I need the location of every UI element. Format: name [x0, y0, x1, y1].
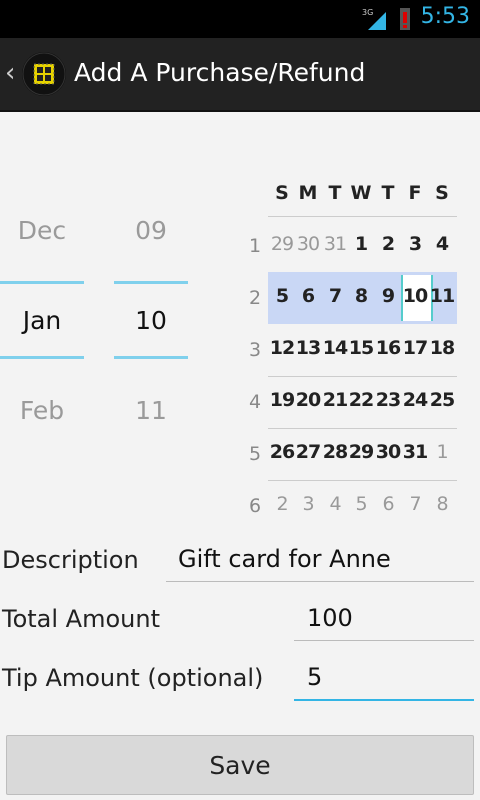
day-selection-top-line [114, 281, 188, 284]
week-number: 6 [248, 495, 262, 517]
week-number: 4 [248, 391, 262, 413]
week-number: 3 [248, 339, 262, 361]
calendar-day[interactable]: 23 [375, 389, 401, 411]
day-current[interactable]: 10 [114, 306, 188, 335]
calendar-day[interactable]: 7 [322, 285, 348, 307]
calendar-day[interactable]: 5 [269, 285, 295, 307]
week-number: 2 [248, 287, 262, 309]
weekday-header: W [350, 182, 372, 204]
month-current[interactable]: Jan [0, 306, 84, 335]
calendar-day[interactable]: 3 [402, 233, 428, 255]
calendar-day[interactable]: 7 [402, 493, 428, 515]
day-prev[interactable]: 09 [114, 216, 188, 245]
calendar-day[interactable]: 18 [429, 337, 455, 359]
calendar-day[interactable]: 11 [429, 285, 455, 307]
svg-text:3G: 3G [362, 8, 373, 17]
day-next[interactable]: 11 [114, 396, 188, 425]
calendar-day[interactable]: 22 [348, 389, 374, 411]
tip-amount-field[interactable]: 5 [307, 663, 322, 691]
calendar-day[interactable]: 1 [348, 233, 374, 255]
month-prev[interactable]: Dec [0, 216, 84, 245]
weekday-header: T [381, 182, 395, 204]
tip-amount-label: Tip Amount (optional) [2, 664, 264, 692]
calendar-week-row[interactable]: 1 29 30 31 1 2 3 4 [242, 220, 458, 272]
calendar-day[interactable]: 16 [375, 337, 401, 359]
weekday-header: S [275, 182, 289, 204]
calendar-day[interactable]: 31 [322, 233, 348, 255]
month-selection-top-line [0, 281, 84, 284]
calendar-day[interactable]: 5 [348, 493, 374, 515]
month-next[interactable]: Feb [0, 396, 84, 425]
page-title: Add A Purchase/Refund [74, 58, 366, 87]
weekday-header: F [408, 182, 422, 204]
status-bar: 3G 5:53 [0, 0, 480, 38]
calendar-day[interactable]: 27 [295, 441, 321, 463]
total-amount-field[interactable]: 100 [307, 604, 353, 632]
calendar-day[interactable]: 4 [429, 233, 455, 255]
calendar-day[interactable]: 20 [295, 389, 321, 411]
calendar-day[interactable]: 29 [348, 441, 374, 463]
calendar-day[interactable]: 24 [402, 389, 428, 411]
description-underline [166, 581, 474, 582]
description-label: Description [2, 546, 139, 574]
save-button[interactable]: Save [6, 735, 474, 795]
calendar-day[interactable]: 25 [429, 389, 455, 411]
calendar-day[interactable]: 26 [269, 441, 295, 463]
week-number: 5 [248, 443, 262, 465]
calendar-day[interactable]: 8 [429, 493, 455, 515]
calendar-day[interactable]: 1 [429, 441, 455, 463]
total-amount-label: Total Amount [2, 605, 160, 633]
app-logo-icon[interactable] [22, 52, 66, 96]
weekday-header: T [328, 182, 342, 204]
calendar-day[interactable]: 2 [269, 493, 295, 515]
calendar-day[interactable]: 19 [269, 389, 295, 411]
calendar-day[interactable]: 6 [375, 493, 401, 515]
calendar-day[interactable]: 21 [322, 389, 348, 411]
calendar-week-row[interactable]: 5 26 27 28 29 30 31 1 [242, 428, 458, 480]
day-selection-bottom-line [114, 356, 188, 359]
calendar-day[interactable]: 3 [295, 493, 321, 515]
total-amount-underline [294, 640, 474, 641]
calendar-week-row[interactable]: 62345678 [242, 480, 458, 532]
weekday-header: S [435, 182, 449, 204]
calendar-day[interactable]: 30 [295, 233, 321, 255]
back-chevron-icon[interactable]: ‹ [5, 58, 15, 88]
calendar-day[interactable]: 15 [348, 337, 374, 359]
calendar-divider [268, 216, 457, 217]
calendar-week-row[interactable]: 2 5 6 7 8 9 10 11 [242, 272, 458, 324]
calendar-day[interactable]: 9 [375, 285, 401, 307]
signal-icon: 3G [362, 8, 386, 30]
calendar-day[interactable]: 8 [348, 285, 374, 307]
calendar-day[interactable]: 6 [295, 285, 321, 307]
battery-low-icon [400, 8, 410, 30]
calendar-day[interactable]: 2 [375, 233, 401, 255]
description-field[interactable]: Gift card for Anne [178, 545, 391, 573]
weekday-header: M [298, 182, 318, 204]
month-selection-bottom-line [0, 356, 84, 359]
tip-amount-underline [294, 699, 474, 701]
clock: 5:53 [420, 4, 470, 29]
action-bar: ‹ Add A Purchase/Refund [0, 38, 480, 112]
calendar-day[interactable]: 17 [402, 337, 428, 359]
calendar-day[interactable]: 10 [402, 285, 428, 307]
week-number: 1 [248, 235, 262, 257]
calendar-week-row[interactable]: 4 19 20 21 22 23 24 25 [242, 376, 458, 428]
calendar-day[interactable]: 14 [322, 337, 348, 359]
calendar-day[interactable]: 12 [269, 337, 295, 359]
calendar-day[interactable]: 31 [402, 441, 428, 463]
calendar-week-row[interactable]: 3 12 13 14 15 16 17 18 [242, 324, 458, 376]
calendar-day[interactable]: 13 [295, 337, 321, 359]
calendar-day[interactable]: 29 [269, 233, 295, 255]
calendar-day[interactable]: 28 [322, 441, 348, 463]
calendar-day[interactable]: 30 [375, 441, 401, 463]
calendar-day[interactable]: 4 [322, 493, 348, 515]
